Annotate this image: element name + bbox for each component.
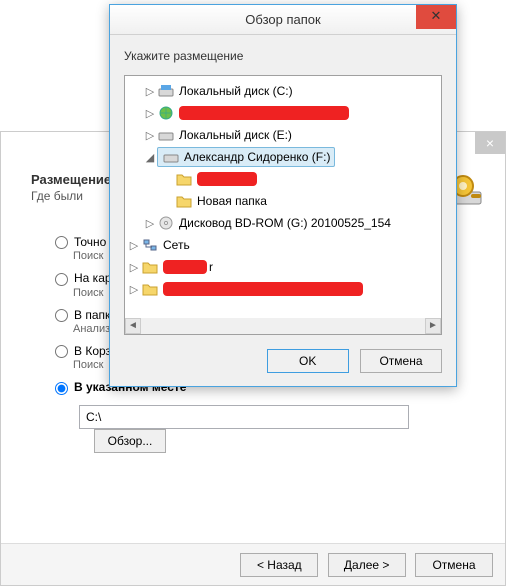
network-icon xyxy=(141,237,159,253)
radio-recycle-input[interactable] xyxy=(55,345,68,358)
tree-item-new-folder[interactable]: Новая папка xyxy=(127,190,439,212)
tree-item-network[interactable]: ▷ Сеть xyxy=(127,234,439,256)
close-icon: ✕ xyxy=(431,8,442,23)
horizontal-scrollbar[interactable]: ◄ ► xyxy=(125,318,441,334)
disc-icon xyxy=(157,215,175,231)
drive-icon xyxy=(157,83,175,99)
drive-icon xyxy=(162,149,180,165)
radio-exact-input[interactable] xyxy=(55,236,68,249)
chevron-right-icon[interactable]: ▷ xyxy=(143,129,157,142)
chevron-right-icon[interactable]: ▷ xyxy=(143,217,157,230)
tree-item-redacted-1[interactable]: ▷ xyxy=(127,102,439,124)
folder-icon xyxy=(141,259,159,275)
wizard-footer: < Назад Далее > Отмена xyxy=(1,543,505,585)
back-button[interactable]: < Назад xyxy=(240,553,318,577)
tree-item-local-e[interactable]: ▷ Локальный диск (E:) xyxy=(127,124,439,146)
scroll-track[interactable] xyxy=(141,318,425,334)
dialog-cancel-button[interactable]: Отмена xyxy=(360,349,442,373)
tree-item-redacted-2[interactable]: ▷ r xyxy=(127,256,439,278)
folder-icon xyxy=(175,171,193,187)
tree-item-child-redacted[interactable] xyxy=(127,168,439,190)
redacted-label xyxy=(163,282,363,296)
folder-icon xyxy=(141,281,159,297)
redacted-label xyxy=(163,260,207,274)
tree-item-local-c[interactable]: ▷ Локальный диск (C:) xyxy=(127,80,439,102)
globe-icon xyxy=(157,105,175,121)
radio-folder-input[interactable] xyxy=(55,309,68,322)
folder-icon xyxy=(175,193,193,209)
tree-item-redacted-3[interactable]: ▷ xyxy=(127,278,439,300)
path-input[interactable] xyxy=(79,405,409,429)
scroll-right-icon[interactable]: ► xyxy=(425,318,441,334)
dialog-title-text: Обзор папок xyxy=(245,12,320,27)
chevron-right-icon[interactable]: ▷ xyxy=(127,283,141,296)
redacted-label xyxy=(197,172,257,186)
ok-button[interactable]: OK xyxy=(267,349,349,373)
dialog-titlebar[interactable]: Обзор папок ✕ xyxy=(110,5,456,35)
scroll-left-icon[interactable]: ◄ xyxy=(125,318,141,334)
tree-item-bdrom[interactable]: ▷ Дисковод BD-ROM (G:) 20100525_154 xyxy=(127,212,439,234)
folder-tree[interactable]: ▷ Локальный диск (C:) ▷ ▷ Локальный диск… xyxy=(124,75,442,335)
next-button[interactable]: Далее > xyxy=(328,553,406,577)
wizard-close-button[interactable]: × xyxy=(475,132,505,154)
chevron-right-icon[interactable]: ▷ xyxy=(127,261,141,274)
radio-specified-input[interactable] xyxy=(55,382,68,395)
redacted-label xyxy=(179,106,349,120)
chevron-right-icon[interactable]: ▷ xyxy=(127,239,141,252)
radio-card-input[interactable] xyxy=(55,273,68,286)
dialog-close-button[interactable]: ✕ xyxy=(416,5,456,29)
chevron-down-icon[interactable]: ◢ xyxy=(143,151,157,164)
dialog-instruction: Укажите размещение xyxy=(124,49,442,63)
tree-item-selected-drive[interactable]: ◢ Александр Сидоренко (F:) xyxy=(127,146,439,168)
browse-button[interactable]: Обзор... xyxy=(94,429,166,453)
chevron-right-icon[interactable]: ▷ xyxy=(143,107,157,120)
dialog-footer: OK Отмена xyxy=(110,339,456,387)
drive-icon xyxy=(157,127,175,143)
wizard-cancel-button[interactable]: Отмена xyxy=(415,553,493,577)
browse-folder-dialog: Обзор папок ✕ Укажите размещение ▷ Локал… xyxy=(109,4,457,387)
chevron-right-icon[interactable]: ▷ xyxy=(143,85,157,98)
